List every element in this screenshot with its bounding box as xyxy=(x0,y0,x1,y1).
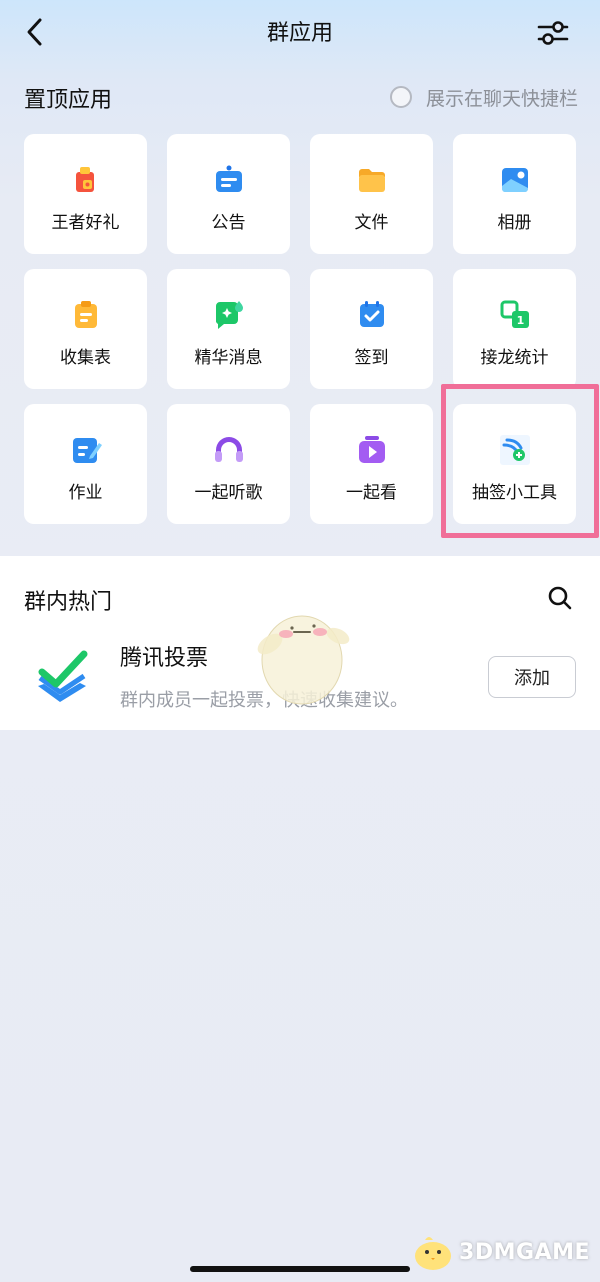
app-tile-collection-form[interactable]: 收集表 xyxy=(24,269,147,389)
app-tile-album[interactable]: 相册 xyxy=(453,134,576,254)
page-title: 群应用 xyxy=(266,21,333,46)
app-label: 公告 xyxy=(211,213,246,233)
hot-apps-heading: 群内热门 xyxy=(24,590,113,615)
app-label: 作业 xyxy=(68,483,103,503)
calendar-check-icon xyxy=(359,301,384,327)
watermark-text: 3DMGAME xyxy=(459,1239,590,1265)
app-label: 王者好礼 xyxy=(51,213,120,233)
highlight-frame xyxy=(441,384,599,538)
add-button[interactable]: 添加 xyxy=(488,656,576,698)
pinned-apps-heading: 置顶应用 xyxy=(24,88,113,113)
app-label: 一起看 xyxy=(346,483,397,503)
music-icon xyxy=(214,437,243,462)
top-bar: 群应用 xyxy=(0,0,600,66)
announcement-icon xyxy=(215,165,242,192)
folder-icon xyxy=(358,169,385,192)
relay-stats-icon: 1 xyxy=(500,300,529,328)
app-tile-watch-together[interactable]: 一起看 xyxy=(310,404,433,524)
app-tile-check-in[interactable]: 签到 xyxy=(310,269,433,389)
home-indicator[interactable] xyxy=(190,1266,410,1272)
vote-app-logo xyxy=(38,650,88,702)
mascot-sticker xyxy=(257,615,350,705)
search-icon[interactable] xyxy=(546,584,574,612)
app-tile-wangzhe-gift[interactable]: 王者好礼 xyxy=(24,134,147,254)
app-label: 接龙统计 xyxy=(480,348,549,368)
show-in-chat-toggle[interactable]: 展示在聊天快捷栏 xyxy=(389,82,578,112)
radio-button[interactable] xyxy=(389,86,412,108)
album-icon xyxy=(501,168,528,192)
homework-icon xyxy=(72,438,102,463)
app-label: 收集表 xyxy=(60,348,111,368)
sliders-icon xyxy=(537,21,569,45)
app-label: 相册 xyxy=(497,213,532,233)
show-in-chat-label: 展示在聊天快捷栏 xyxy=(425,87,578,110)
app-tile-announcement[interactable]: 公告 xyxy=(167,134,290,254)
app-tile-highlight-messages[interactable]: 精华消息 xyxy=(167,269,290,389)
svg-text:1: 1 xyxy=(516,314,524,327)
watch-together-icon xyxy=(358,436,385,463)
app-tile-homework[interactable]: 作业 xyxy=(24,404,147,524)
gift-icon xyxy=(75,167,94,192)
watermark: 3DMGAME xyxy=(411,1232,590,1272)
app-label: 精华消息 xyxy=(194,348,263,368)
app-label: 一起听歌 xyxy=(194,483,263,503)
settings-button[interactable] xyxy=(536,16,570,50)
chick-logo-icon xyxy=(415,1237,452,1270)
app-tile-files[interactable]: 文件 xyxy=(310,134,433,254)
clipboard-icon xyxy=(74,301,97,328)
app-tile-relay-stats[interactable]: 1 接龙统计 xyxy=(453,269,576,389)
vote-app-name: 腾讯投票 xyxy=(120,646,209,671)
app-tile-listen-together[interactable]: 一起听歌 xyxy=(167,404,290,524)
app-label: 签到 xyxy=(354,348,389,368)
highlight-message-icon xyxy=(215,301,243,329)
app-label: 文件 xyxy=(354,213,389,233)
